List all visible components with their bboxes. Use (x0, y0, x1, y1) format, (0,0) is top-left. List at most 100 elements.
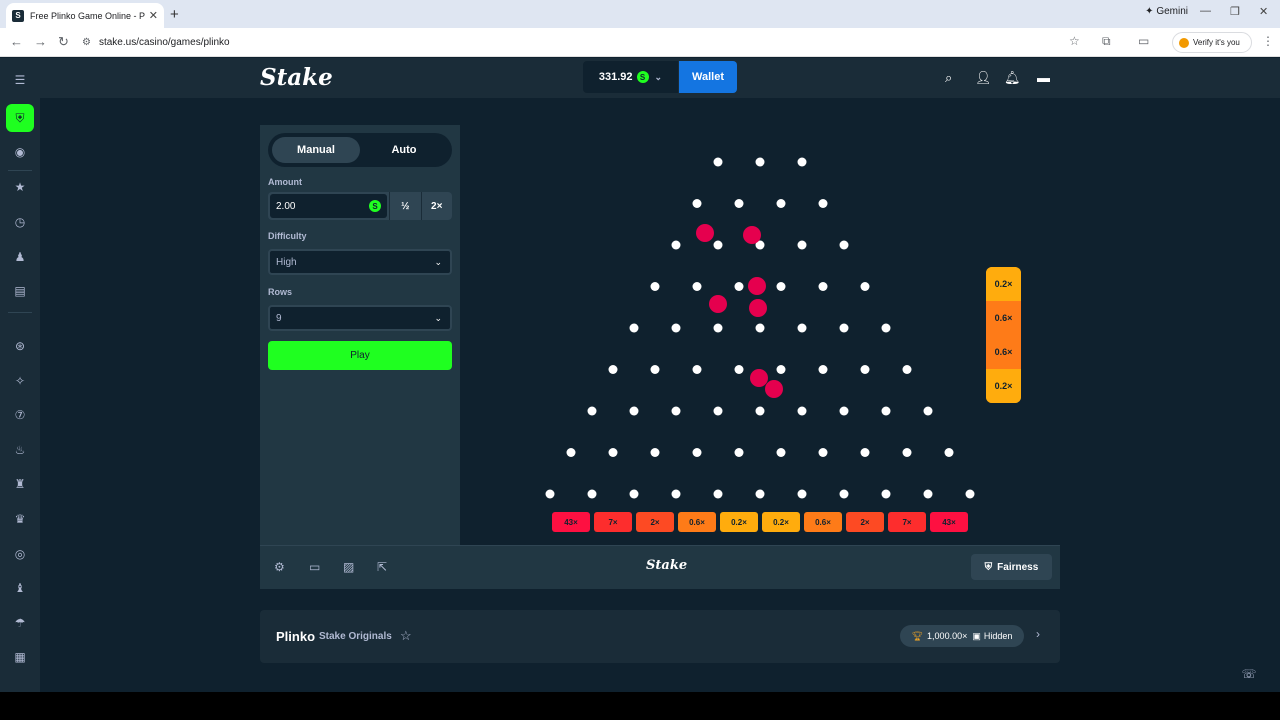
chat-icon[interactable]: ▬ (1037, 70, 1050, 85)
search-icon[interactable]: ⌕ (945, 70, 952, 86)
balance-dropdown[interactable]: 331.92 S ⌄ (583, 61, 678, 93)
rail-crown-icon[interactable]: ♛ (8, 507, 32, 531)
bookmark-star-icon[interactable]: ☆ (1069, 34, 1080, 48)
ball (696, 224, 714, 242)
stake-logo[interactable]: Stake (260, 64, 333, 91)
browser-tab-bar: S Free Plinko Game Online - Play ✕ + ✦ G… (0, 0, 1280, 28)
extensions-icon[interactable]: ⧉ (1102, 34, 1111, 49)
popout-icon[interactable]: ⇱ (377, 560, 387, 574)
multiplier-label: 43× (564, 518, 578, 527)
history-item[interactable]: 0.6× (986, 335, 1021, 369)
rows-select[interactable]: 9 ⌄ (268, 305, 452, 331)
amount-input[interactable]: 2.00 S (270, 194, 387, 218)
bet-controls: Manual Auto Amount 2.00 S ½ 2× Difficult… (260, 125, 460, 545)
new-tab-button[interactable]: + (170, 6, 179, 23)
verify-profile-button[interactable]: Verify it's you (1172, 32, 1252, 53)
play-button[interactable]: Play (268, 341, 452, 370)
site-info-icon[interactable]: ⚙ (82, 37, 91, 48)
peg (839, 406, 849, 416)
history-item[interactable]: 0.2× (986, 267, 1021, 301)
history-item[interactable]: 0.6× (986, 301, 1021, 335)
theatre-mode-icon[interactable]: ▭ (309, 560, 320, 574)
difficulty-label: Difficulty (268, 231, 307, 241)
peg (944, 448, 954, 457)
ball (748, 277, 766, 295)
game-provider[interactable]: Stake Originals (319, 631, 392, 642)
peg (734, 448, 744, 457)
peg (797, 406, 807, 416)
peg (818, 282, 828, 291)
peg (692, 448, 702, 457)
peg (860, 282, 870, 291)
difficulty-select[interactable]: High ⌄ (268, 249, 452, 275)
chevron-right-icon[interactable]: › (1036, 627, 1040, 641)
ball (750, 369, 768, 387)
close-tab-icon[interactable]: ✕ (149, 9, 158, 22)
address-bar[interactable]: ⚙ stake.us/casino/games/plinko (82, 32, 1082, 53)
peg (755, 406, 765, 416)
rail-casino-icon[interactable]: ◉ (8, 140, 32, 164)
rail-shield-icon[interactable]: ⛨ (6, 104, 34, 132)
peg (755, 157, 765, 167)
peg (545, 489, 555, 499)
peg (776, 448, 786, 457)
amount-label: Amount (268, 177, 302, 187)
peg (608, 365, 618, 374)
forward-icon[interactable]: → (34, 34, 47, 49)
peg (776, 365, 786, 374)
rail-slots-icon[interactable]: ⑦ (8, 403, 32, 427)
rail-originals-icon[interactable]: ⊛ (8, 334, 32, 358)
rail-new-icon[interactable]: ✧ (8, 369, 32, 393)
rail-providers-icon[interactable]: ☂ (8, 611, 32, 635)
rail-bets-icon[interactable]: ▤ (8, 279, 32, 303)
peg (692, 282, 702, 291)
hidden-icon: ▣ (972, 630, 981, 641)
rail-table-icon[interactable]: ♝ (8, 576, 32, 600)
peg (923, 489, 933, 499)
game-info-bar[interactable]: Plinko Stake Originals ☆ 🏆︎ 1,000.00× ▣ … (260, 610, 1060, 663)
peg (776, 199, 786, 208)
sidebar-icon[interactable]: ▭ (1138, 34, 1149, 48)
menu-icon[interactable]: ☰ (8, 68, 32, 92)
user-icon[interactable]: 👤︎ (975, 70, 992, 86)
amount-group: 2.00 S ½ 2× (268, 192, 452, 220)
peg (881, 406, 891, 416)
minimize-icon[interactable]: — (1200, 5, 1211, 17)
peg (881, 489, 891, 499)
left-rail: ☰ ⛨ ◉ ★ ◷ ♟ ▤ ⊛ ✧ ⑦ ♨ ♜ ♛ ◎ ♝ ☂ ▦ (0, 58, 40, 692)
double-amount-button[interactable]: 2× (420, 192, 453, 220)
favorite-star-icon[interactable]: ☆ (400, 628, 412, 644)
rail-blackjack-icon[interactable]: ◎ (8, 542, 32, 566)
menu-dots-icon[interactable]: ⋮ (1262, 34, 1274, 48)
peg (629, 323, 639, 333)
rail-gameshows-icon[interactable]: ♜ (8, 472, 32, 496)
stats-chart-icon[interactable]: ▨ (343, 560, 354, 574)
rail-all-games-icon[interactable]: ▦ (8, 645, 32, 669)
peg (839, 240, 849, 250)
rail-favorites-icon[interactable]: ★ (8, 175, 32, 199)
notifications-icon[interactable]: 🔔︎ (1004, 70, 1021, 86)
gemini-button[interactable]: ✦ Gemini (1145, 6, 1188, 17)
rail-challenges-icon[interactable]: ♟ (8, 245, 32, 269)
multiplier-label: 0.2× (773, 518, 789, 527)
settings-gear-icon[interactable]: ⚙ (274, 560, 285, 574)
peg (713, 406, 723, 416)
manual-tab[interactable]: Manual (272, 137, 360, 163)
history-item[interactable]: 0.2× (986, 369, 1021, 403)
half-amount-button[interactable]: ½ (389, 192, 421, 220)
tab-title: Free Plinko Game Online - Play (30, 10, 145, 21)
multiplier-label: 43× (942, 518, 956, 527)
browser-tab[interactable]: S Free Plinko Game Online - Play ✕ (6, 3, 164, 28)
close-window-icon[interactable]: ✕ (1259, 5, 1268, 18)
wallet-button[interactable]: Wallet (679, 61, 737, 93)
ball (709, 295, 727, 313)
peg (818, 199, 828, 208)
support-chat-icon[interactable]: ☏ (1237, 662, 1261, 686)
fairness-button[interactable]: ⛨ Fairness (971, 554, 1052, 580)
restore-icon[interactable]: ❐ (1230, 5, 1240, 18)
rail-live-icon[interactable]: ♨ (8, 438, 32, 462)
auto-tab[interactable]: Auto (360, 137, 448, 163)
rail-recent-icon[interactable]: ◷ (8, 210, 32, 234)
reload-icon[interactable]: ↻ (58, 34, 69, 50)
back-icon[interactable]: ← (10, 34, 23, 49)
